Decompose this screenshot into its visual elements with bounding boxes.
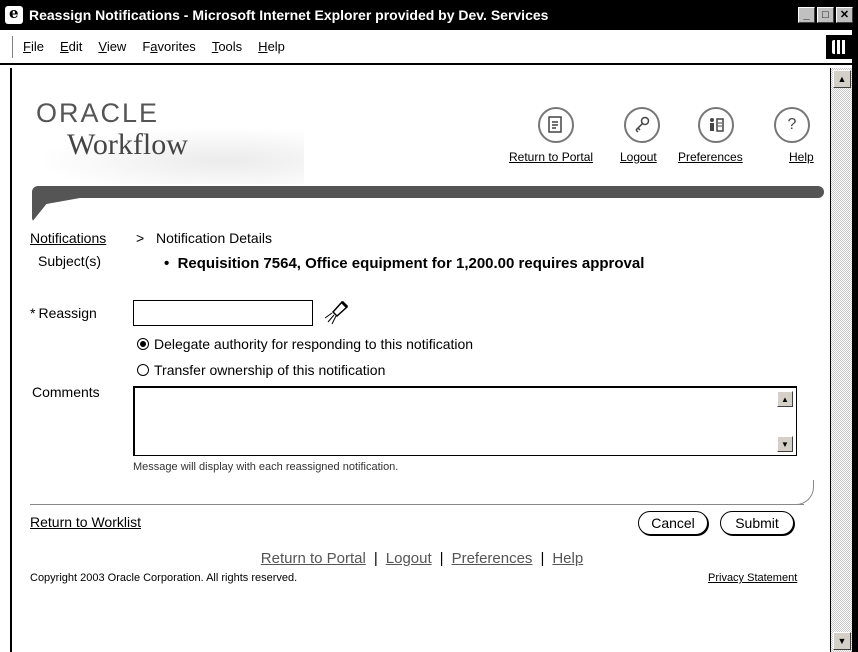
preferences-icon[interactable] <box>698 107 734 143</box>
reassign-label-text: Reassign <box>38 305 97 321</box>
return-to-worklist-link[interactable]: Return to Worklist <box>30 514 141 530</box>
footer-help[interactable]: Help <box>552 550 583 567</box>
window-controls: _ □ ✕ <box>798 7 853 23</box>
menu-bar: File Edit View Favorites Tools Help <box>0 30 858 65</box>
breadcrumb-notifications[interactable]: Notifications <box>30 230 106 246</box>
required-marker: * <box>30 305 36 321</box>
scroll-up-icon[interactable]: ▲ <box>777 391 793 407</box>
return-to-portal-icon[interactable] <box>538 107 574 143</box>
footer-logout[interactable]: Logout <box>386 550 432 567</box>
copyright: Copyright 2003 Oracle Corporation. All r… <box>30 572 298 584</box>
breadcrumb-separator: > <box>136 230 145 246</box>
scroll-up-icon[interactable]: ▲ <box>833 70 851 88</box>
transfer-radio[interactable] <box>137 364 149 376</box>
footer-separator: | <box>373 550 378 567</box>
scroll-down-icon[interactable]: ▼ <box>833 632 851 650</box>
subject-value: • Requisition 7564, Office equipment for… <box>164 255 644 272</box>
help-glyph: ? <box>787 116 797 133</box>
comments-hint: Message will display with each reassigne… <box>133 461 399 473</box>
footer-links: Return to Portal | Logout | Preferences | Help <box>12 550 832 567</box>
flashlight-search-icon[interactable] <box>324 298 350 326</box>
close-button[interactable]: ✕ <box>836 7 853 23</box>
logout-link[interactable]: Logout <box>620 150 657 164</box>
delegate-option[interactable]: Delegate authority for responding to thi… <box>137 336 473 352</box>
privacy-statement-link[interactable]: Privacy Statement <box>708 572 797 584</box>
reassign-input[interactable] <box>133 300 313 326</box>
preferences-link[interactable]: Preferences <box>678 150 743 164</box>
minimize-button[interactable]: _ <box>798 7 815 23</box>
subject-text: Requisition 7564, Office equipment for 1… <box>177 255 645 272</box>
help-link[interactable]: Help <box>789 150 814 164</box>
workflow-logo: Workflow <box>67 128 188 161</box>
comments-textarea[interactable]: ▲ ▼ <box>133 386 797 456</box>
window-frame <box>852 30 858 652</box>
menu-file[interactable]: File <box>23 39 44 54</box>
comments-label: Comments <box>32 384 100 400</box>
footer-separator: | <box>540 550 545 567</box>
window-title: Reassign Notifications - Microsoft Inter… <box>29 7 549 23</box>
return-to-portal-link[interactable]: Return to Portal <box>509 150 593 164</box>
menu-help[interactable]: Help <box>258 39 285 54</box>
windows-logo-icon <box>826 35 852 59</box>
logout-key-icon[interactable] <box>624 107 660 143</box>
menu-favorites[interactable]: Favorites <box>142 39 195 54</box>
delegate-radio[interactable] <box>137 338 149 350</box>
separator-line <box>30 504 804 505</box>
help-icon[interactable]: ? <box>774 107 810 143</box>
footer-preferences[interactable]: Preferences <box>452 550 533 567</box>
oracle-logo: ORACLE <box>36 98 160 128</box>
delegate-label: Delegate authority for responding to thi… <box>154 336 474 352</box>
ie-app-icon <box>5 4 23 24</box>
bullet: • <box>164 255 178 272</box>
footer-return-to-portal[interactable]: Return to Portal <box>261 550 366 567</box>
menu-edit[interactable]: Edit <box>60 39 82 54</box>
header-bar <box>32 186 824 198</box>
menu-view[interactable]: View <box>98 39 126 54</box>
page-content: ORACLE Workflow ? Return to Portal Logou… <box>10 68 830 652</box>
window-titlebar: Reassign Notifications - Microsoft Inter… <box>0 0 858 30</box>
menu-tools[interactable]: Tools <box>212 39 242 54</box>
page-scrollbar[interactable]: ▲ ▼ <box>830 68 852 652</box>
cancel-button[interactable]: Cancel <box>638 511 708 535</box>
breadcrumb-current: Notification Details <box>156 230 272 246</box>
maximize-button[interactable]: □ <box>817 7 834 23</box>
footer-separator: | <box>439 550 444 567</box>
separator-curve <box>796 480 814 505</box>
reassign-label: * Reassign <box>30 305 97 321</box>
scroll-down-icon[interactable]: ▼ <box>777 436 793 452</box>
submit-button[interactable]: Submit <box>720 511 794 535</box>
transfer-label: Transfer ownership of this notification <box>154 362 386 378</box>
transfer-option[interactable]: Transfer ownership of this notification <box>137 362 385 378</box>
subject-label: Subject(s) <box>38 253 102 269</box>
menu-grip <box>12 35 15 58</box>
